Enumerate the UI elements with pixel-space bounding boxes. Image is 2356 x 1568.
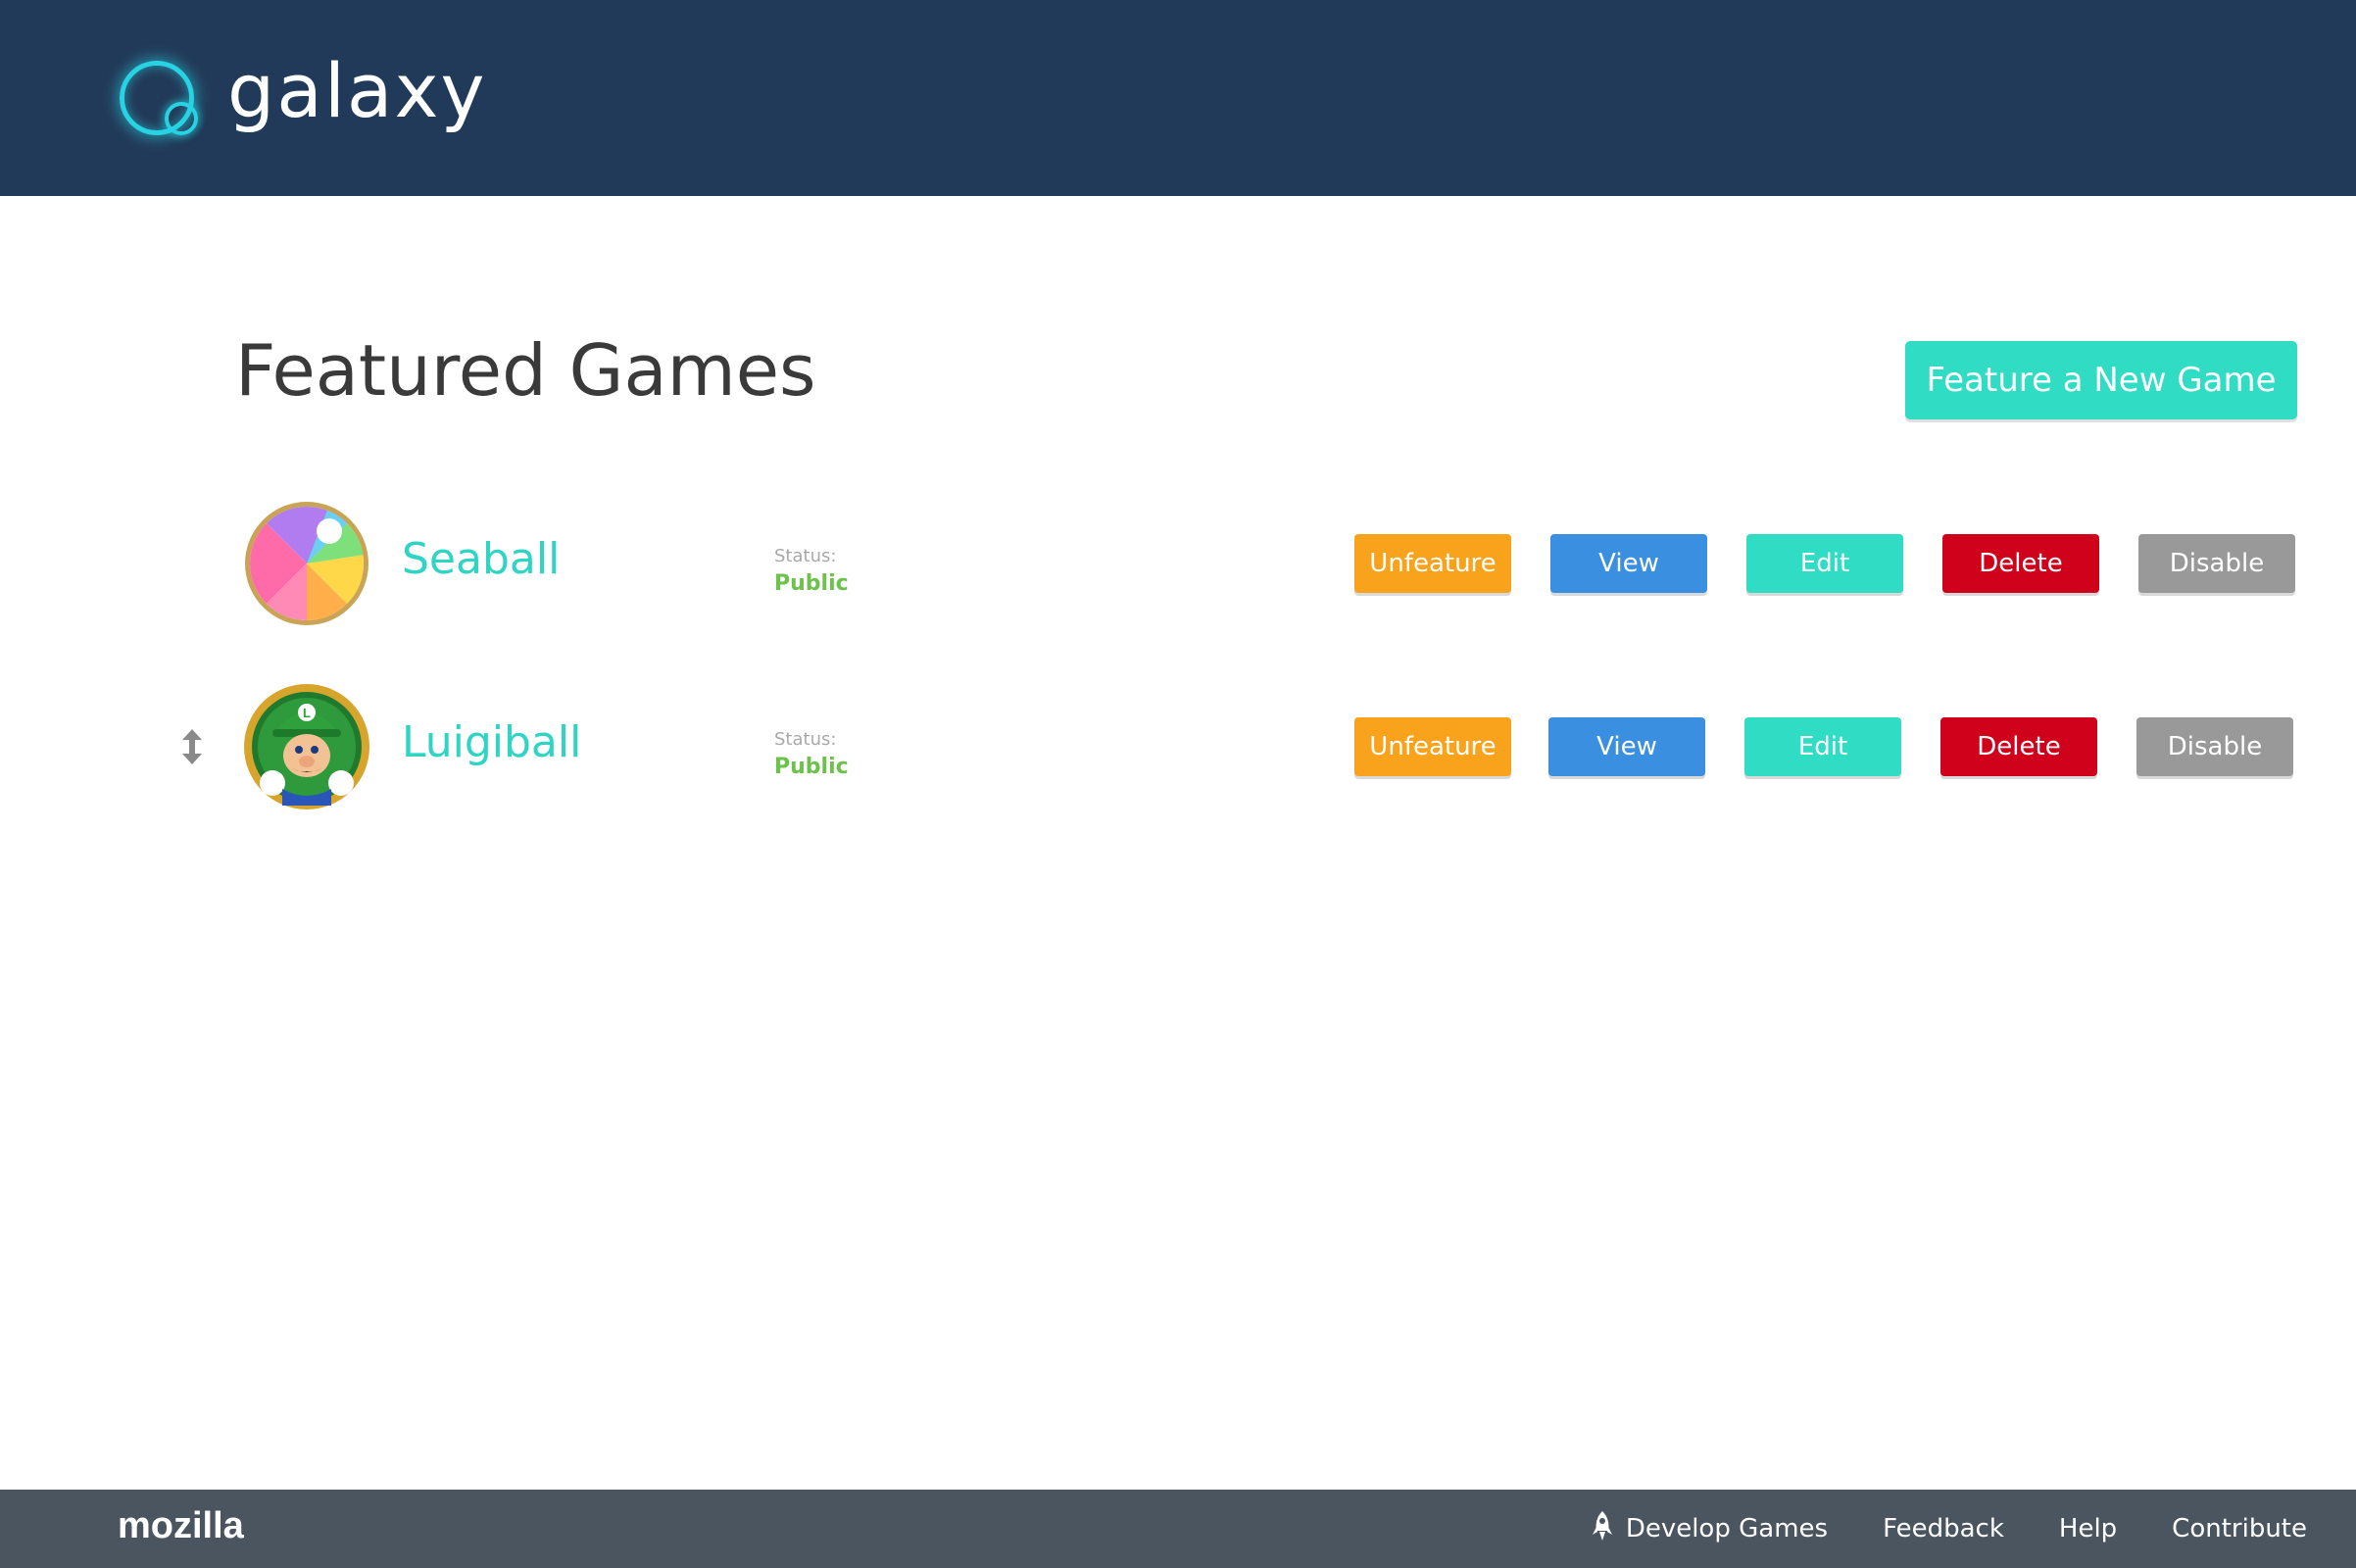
footer-link-contribute[interactable]: Contribute (2172, 1514, 2307, 1544)
game-name[interactable]: Luigiball (402, 717, 581, 767)
edit-button[interactable]: Edit (1744, 717, 1901, 776)
delete-button[interactable]: Delete (1940, 717, 2097, 776)
logo-text: galaxy (227, 47, 487, 134)
luigi-character-icon: L (243, 683, 370, 810)
view-button[interactable]: View (1548, 717, 1705, 776)
top-header: galaxy (0, 0, 2356, 196)
mozilla-logo[interactable]: mozilla (118, 1505, 244, 1547)
footer-link-develop-games[interactable]: Develop Games (1592, 1510, 1829, 1547)
beach-ball-icon (243, 500, 370, 627)
edit-button[interactable]: Edit (1746, 534, 1903, 593)
disable-button[interactable]: Disable (2138, 534, 2295, 593)
rocket-icon (1592, 1510, 1612, 1547)
status-value: Public (774, 571, 849, 596)
view-button[interactable]: View (1550, 534, 1707, 593)
footer-link-label: Develop Games (1625, 1514, 1829, 1544)
disable-button[interactable]: Disable (2136, 717, 2293, 776)
svg-text:L: L (303, 706, 311, 720)
unfeature-button[interactable]: Unfeature (1354, 717, 1511, 776)
game-row: Seaball Status: Public Unfeature View Ed… (0, 495, 2356, 632)
status-label: Status: (774, 729, 837, 750)
footer-link-feedback[interactable]: Feedback (1883, 1514, 2004, 1544)
delete-button[interactable]: Delete (1942, 534, 2099, 593)
feature-new-game-button[interactable]: Feature a New Game (1905, 341, 2297, 419)
logo-dot-icon (165, 102, 198, 135)
drag-handle-icon[interactable] (180, 729, 204, 764)
page-title: Featured Games (235, 329, 816, 412)
status-label: Status: (774, 546, 837, 566)
game-row: L Luigiball Status: Public Unfeature Vie… (0, 678, 2356, 815)
footer-link-help[interactable]: Help (2059, 1514, 2117, 1544)
status-value: Public (774, 755, 849, 779)
game-name[interactable]: Seaball (402, 534, 560, 584)
footer-links: Develop Games Feedback Help Contribute (1538, 1490, 2307, 1568)
unfeature-button[interactable]: Unfeature (1354, 534, 1511, 593)
page: galaxy Featured Games Feature a New Game (0, 0, 2356, 1568)
footer: mozilla Develop Games Feedback Help Cont… (0, 1490, 2356, 1568)
